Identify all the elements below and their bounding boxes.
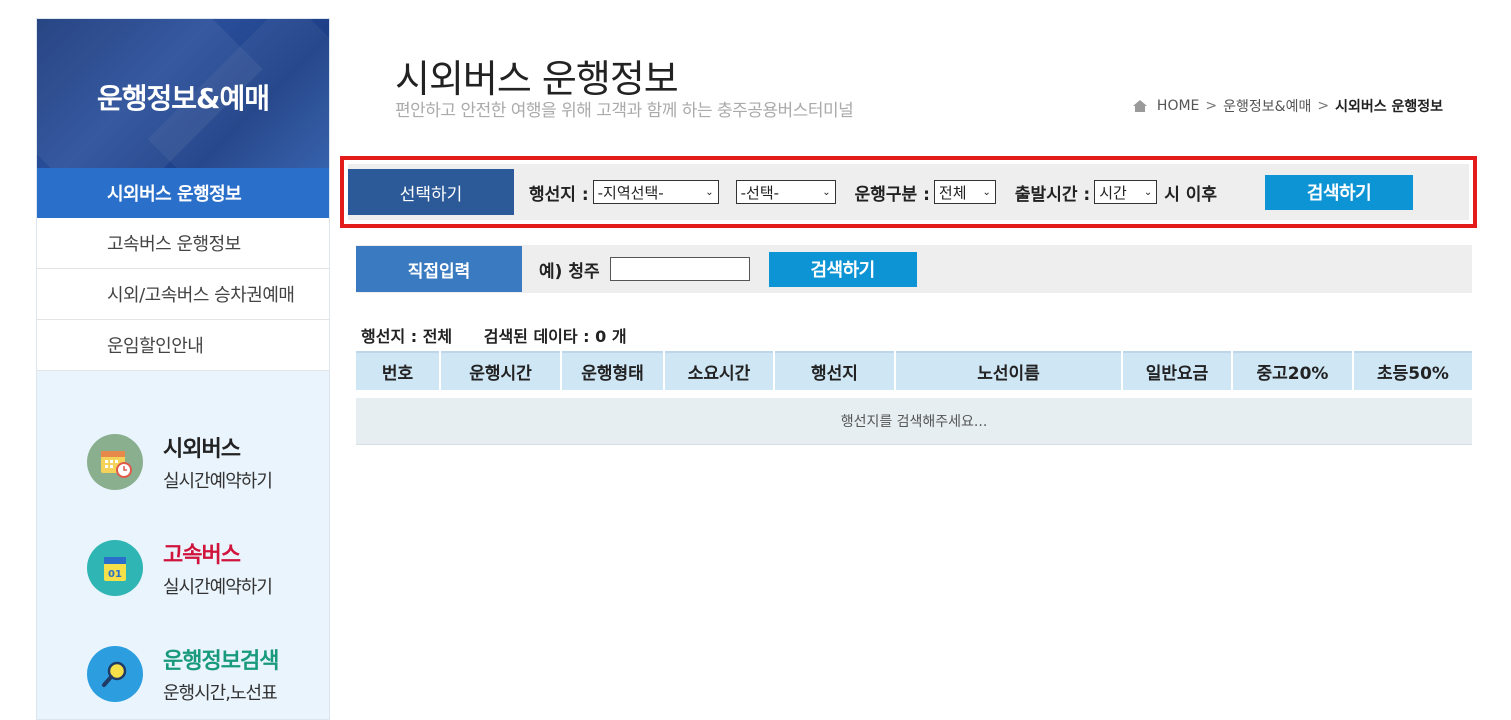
tab-select[interactable]: 선택하기 [348,169,514,215]
breadcrumb-separator: > [1205,98,1218,114]
sidebar: 운행정보&예매 시외버스 운행정보 고속버스 운행정보 시외/고속버스 승차권예… [36,18,330,720]
table-header: 운행시간 [440,351,562,394]
schedule-table: 번호 운행시간 운행형태 소요시간 행선지 노선이름 일반요금 중고20% 초등… [356,351,1472,445]
service-type-select-value: 전체 [938,183,967,202]
sidebar-item-fare-discount[interactable]: 운임할인안내 [37,320,329,371]
departure-time-select[interactable]: 시간 ⌄ [1094,180,1158,204]
quick-link-express-booking[interactable]: 01 고속버스 실시간예약하기 [37,515,329,621]
breadcrumb-home[interactable]: HOME [1157,98,1199,114]
table-header: 운행형태 [561,351,665,394]
region-select-value: -지역선택- [597,183,664,202]
sidebar-item-intercity-info[interactable]: 시외버스 운행정보 [37,168,329,218]
result-summary: 행선지 : 전체 검색된 데이타 : 0 개 [361,323,653,347]
breadcrumb: HOME > 운행정보&예매 > 시외버스 운행정보 [1132,96,1443,116]
destination-label: 행선지 : [529,184,589,205]
table-header: 번호 [356,351,441,394]
time-suffix-label: 시 이후 [1164,184,1218,205]
result-count: 검색된 데이타 : 0 개 [483,327,627,346]
calendar-clock-icon [87,434,143,490]
chevron-down-icon: ⌄ [982,186,991,198]
table-row: 행선지를 검색해주세요... [356,390,1472,445]
quick-link-title: 시외버스 [163,437,241,462]
direct-search-button[interactable]: 검색하기 [768,251,917,287]
terminal-select[interactable]: -선택- ⌄ [735,180,836,204]
quick-link-title: 고속버스 [163,543,241,568]
select-search-panel: 선택하기 행선지 : -지역선택- ⌄ -선택- ⌄ 운행구분 : 전체 ⌄ 출발시간… [340,156,1477,228]
table-header-row: 번호 운행시간 운행형태 소요시간 행선지 노선이름 일반요금 중고20% 초등… [356,351,1472,394]
sidebar-item-ticket-booking[interactable]: 시외/고속버스 승차권예매 [37,269,329,320]
direct-example-label: 예) 청주 [539,261,600,282]
destination-input[interactable] [609,257,750,281]
tab-direct-input[interactable]: 직접입력 [356,246,522,292]
page-subtitle: 편안하고 안전한 여행을 위해 고객과 함께 하는 충주공용버스터미널 [395,101,854,121]
quick-link-sub: 운행시간,노선표 [163,683,278,704]
service-type-select[interactable]: 전체 ⌄ [933,180,996,204]
table-header: 일반요금 [1122,351,1233,394]
table-header: 노선이름 [895,351,1123,394]
quick-link-sub: 실시간예약하기 [163,471,273,492]
quick-link-title: 운행정보검색 [163,649,279,674]
sidebar-title: 운행정보&예매 [97,82,270,115]
breadcrumb-current: 시외버스 운행정보 [1335,99,1443,115]
departure-time-select-value: 시간 [1099,183,1127,202]
sidebar-menu: 시외버스 운행정보 고속버스 운행정보 시외/고속버스 승차권예매 운임할인안내 [37,168,329,371]
quick-link-intercity-booking[interactable]: 시외버스 실시간예약하기 [37,409,329,515]
svg-text:01: 01 [108,569,122,580]
table-header: 소요시간 [664,351,775,394]
sidebar-item-express-info[interactable]: 고속버스 운행정보 [37,218,329,269]
direct-search-panel: 직접입력 예) 청주 검색하기 [356,245,1472,293]
empty-message: 행선지를 검색해주세요... [356,390,1472,445]
sidebar-header: 운행정보&예매 [37,19,329,168]
result-destination: 행선지 : 전체 [361,327,453,346]
home-icon [1132,100,1147,112]
table-header: 행선지 [774,351,896,394]
breadcrumb-section[interactable]: 운행정보&예매 [1223,96,1311,116]
chevron-down-icon: ⌄ [822,186,831,198]
quick-links: 시외버스 실시간예약하기 01 고속버스 실시간예약하기 운행정보검색 운행시간… [37,371,329,720]
service-type-label: 운행구분 : [854,184,930,205]
page-title: 시외버스 운행정보 [395,57,679,101]
chevron-down-icon: ⌄ [1143,186,1153,198]
calendar-01-icon: 01 [87,540,143,596]
quick-link-sub: 실시간예약하기 [163,577,273,598]
table-header: 중고20% [1232,351,1354,394]
region-select[interactable]: -지역선택- ⌄ [592,180,719,204]
chevron-down-icon: ⌄ [705,186,714,198]
magnifier-icon [87,646,143,702]
quick-link-route-search[interactable]: 운행정보검색 운행시간,노선표 [37,621,329,720]
select-search-button[interactable]: 검색하기 [1265,174,1414,210]
breadcrumb-separator: > [1317,98,1330,114]
departure-time-label: 출발시간 : [1014,184,1091,205]
table-header: 초등50% [1353,351,1472,394]
terminal-select-value: -선택- [740,183,780,202]
